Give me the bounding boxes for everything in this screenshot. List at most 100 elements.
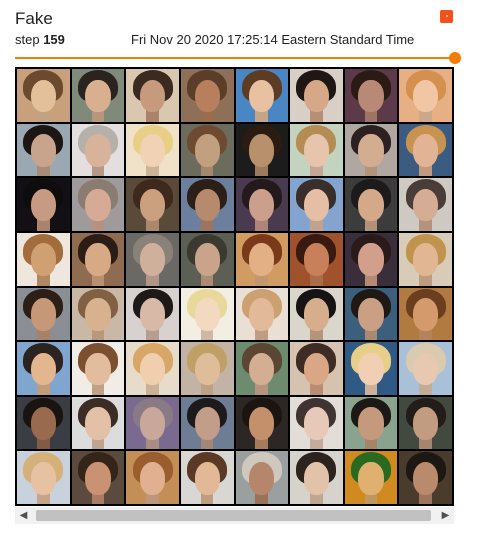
tile-face	[139, 461, 166, 495]
sample-image-tile	[126, 342, 179, 395]
tile-face	[139, 134, 166, 167]
tile-face	[303, 188, 330, 222]
sample-image-tile	[344, 69, 398, 122]
sample-image-tile	[17, 178, 70, 231]
tile-face	[30, 188, 56, 222]
sample-image-tile	[71, 451, 125, 504]
tile-face	[249, 461, 275, 495]
tile-face	[30, 461, 56, 495]
sample-image-tile	[17, 232, 70, 286]
sample-image-tile	[180, 178, 234, 231]
sample-image-tile	[290, 342, 343, 395]
tile-face	[194, 352, 220, 386]
sample-image-tile	[235, 287, 289, 341]
sample-image-tile	[71, 232, 125, 286]
sample-image-tile	[126, 287, 179, 341]
sample-image-tile	[290, 123, 343, 177]
sample-image-tile	[399, 342, 452, 395]
sample-image-tile	[126, 396, 179, 450]
sample-image-tile	[290, 287, 343, 341]
tile-face	[358, 134, 384, 167]
tile-face	[139, 298, 166, 331]
sample-image-tile	[399, 69, 452, 122]
sample-image-tile	[399, 287, 452, 341]
scrollbar-thumb[interactable]	[36, 510, 431, 521]
sample-image-tile	[344, 451, 398, 504]
step-value: 159	[43, 32, 65, 47]
tile-face	[194, 134, 220, 167]
sample-image-tile	[126, 232, 179, 286]
sample-image-tile	[235, 342, 289, 395]
tile-face	[194, 461, 220, 495]
sample-image-tile	[180, 451, 234, 504]
tile-face	[194, 298, 220, 331]
tile-face	[249, 188, 275, 222]
sample-image-tile	[17, 123, 70, 177]
tile-face	[303, 134, 330, 167]
tile-face	[358, 461, 384, 495]
sample-image-tile	[126, 123, 179, 177]
sample-image-tile	[126, 69, 179, 122]
sample-image-tile	[235, 69, 289, 122]
tile-face	[30, 134, 56, 167]
tile-face	[30, 352, 56, 386]
scroll-left-icon[interactable]: ◀	[15, 507, 32, 524]
step-label: step	[15, 32, 40, 47]
sample-image-tile	[344, 232, 398, 286]
sample-image-tile	[126, 178, 179, 231]
tile-face	[413, 188, 439, 222]
sample-image-tile	[71, 396, 125, 450]
sample-image-tile	[17, 69, 70, 122]
sample-image-tile	[180, 123, 234, 177]
sample-image-tile	[399, 232, 452, 286]
sample-image-tile	[180, 232, 234, 286]
sample-image-tile	[235, 178, 289, 231]
tile-face	[413, 79, 439, 113]
sample-image-tile	[344, 396, 398, 450]
sample-image-tile	[399, 451, 452, 504]
tile-face	[30, 298, 56, 331]
tile-face	[85, 79, 111, 113]
tile-face	[303, 407, 330, 440]
horizontal-scrollbar[interactable]: ◀ ▶	[15, 507, 454, 524]
tile-face	[139, 243, 166, 277]
sample-image-tile	[235, 123, 289, 177]
tile-face	[85, 243, 111, 277]
tile-face	[249, 79, 275, 113]
sample-image-tile	[180, 69, 234, 122]
sample-image-tile	[180, 396, 234, 450]
tile-face	[30, 79, 56, 113]
tile-face	[85, 352, 111, 386]
scroll-right-icon[interactable]: ▶	[437, 507, 454, 524]
tile-face	[413, 134, 439, 167]
tile-face	[358, 79, 384, 113]
tile-face	[85, 407, 111, 440]
slider-thumb[interactable]	[449, 52, 461, 64]
tile-face	[249, 134, 275, 167]
sample-image-tile	[344, 342, 398, 395]
slider-track[interactable]	[15, 57, 455, 59]
tile-face	[139, 352, 166, 386]
tile-face	[194, 243, 220, 277]
sample-image-tile	[71, 123, 125, 177]
sample-image-tile	[290, 69, 343, 122]
step-indicator: step 159	[15, 32, 65, 47]
tile-face	[85, 461, 111, 495]
sample-image-tile	[235, 232, 289, 286]
tile-face	[413, 461, 439, 495]
timestamp: Fri Nov 20 2020 17:25:14 Eastern Standar…	[131, 32, 415, 47]
sample-image-tile	[126, 451, 179, 504]
sample-image-tile	[290, 232, 343, 286]
tile-face	[249, 407, 275, 440]
tile-face	[303, 243, 330, 277]
sample-image-tile	[17, 451, 70, 504]
tile-face	[249, 298, 275, 331]
step-slider[interactable]	[15, 52, 461, 64]
tile-face	[358, 352, 384, 386]
sample-image-tile	[71, 69, 125, 122]
expand-icon[interactable]	[440, 10, 453, 23]
tile-face	[139, 407, 166, 440]
sample-image-tile	[399, 178, 452, 231]
sample-image-tile	[399, 123, 452, 177]
tile-face	[85, 298, 111, 331]
